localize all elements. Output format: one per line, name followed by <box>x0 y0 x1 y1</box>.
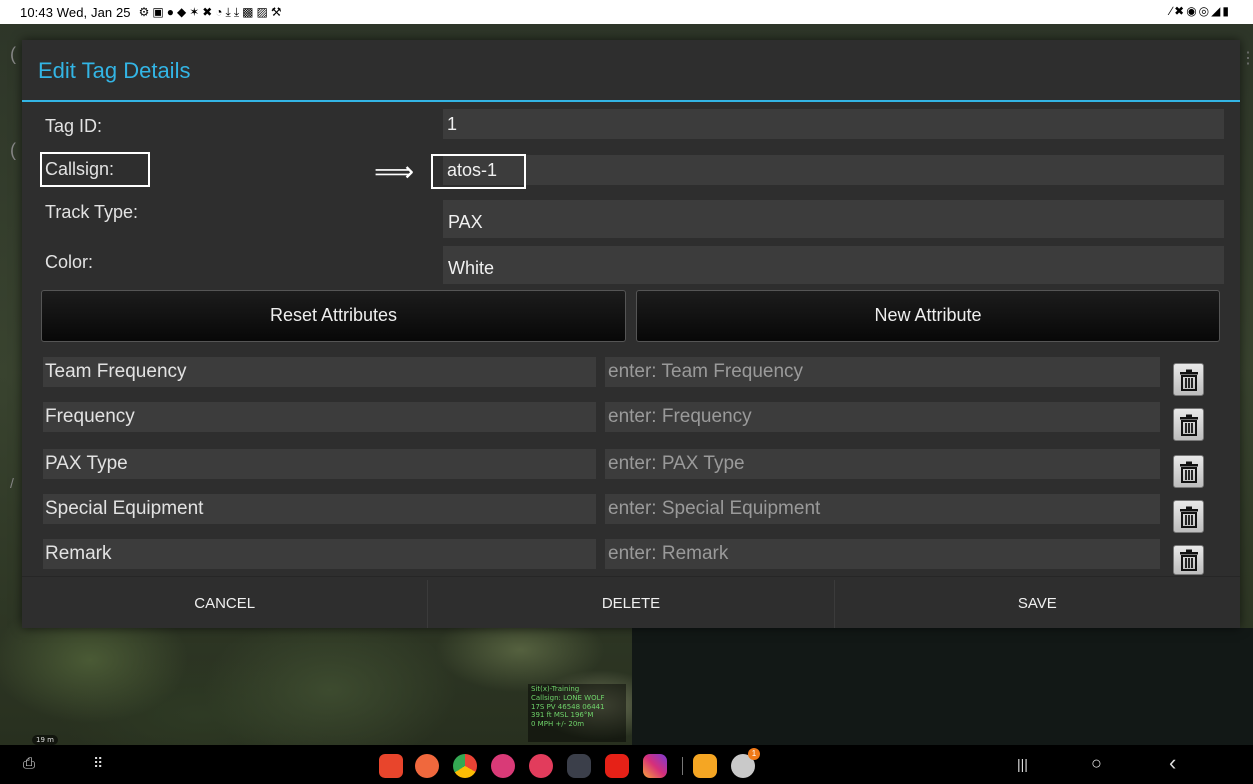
recents-button[interactable]: ||| <box>1017 756 1028 772</box>
map-info-line: 0 MPH +/- 20m <box>531 720 585 729</box>
color-label: Color: <box>45 252 94 272</box>
delete-attribute-button[interactable] <box>1173 363 1204 396</box>
tag-id-label: Tag ID: <box>45 116 103 136</box>
flipboard-icon[interactable] <box>379 754 403 778</box>
delete-attribute-button[interactable] <box>1173 455 1204 488</box>
track-type-select[interactable]: PAX <box>443 200 1224 238</box>
reset-attributes-button[interactable]: Reset Attributes <box>41 290 626 342</box>
attribute-value-input[interactable]: enter: Frequency <box>605 402 1160 432</box>
instagram-icon[interactable] <box>643 754 667 778</box>
dialog-actions: CANCEL DELETE SAVE <box>22 580 1240 628</box>
track-type-label: Track Type: <box>45 202 139 222</box>
callsign-input[interactable]: atos-1 <box>443 155 1224 185</box>
system-status-icons: ∕✖◉◎◢▮ <box>1170 4 1231 18</box>
map-scale: 19 m <box>32 735 58 745</box>
save-button[interactable]: SAVE <box>835 580 1240 628</box>
map-info-line: Sit(x)-Training <box>531 685 580 693</box>
pencil-icon[interactable]: / <box>10 475 14 491</box>
notification-badge: 1 <box>748 748 760 760</box>
apps-icon[interactable]: ⠿ <box>93 755 103 772</box>
tag-id-value: 1 <box>443 109 1224 139</box>
map-tool-icon[interactable]: ( <box>10 44 16 65</box>
dock-divider <box>682 757 683 775</box>
screenshot-icon[interactable]: ⎙ <box>23 755 35 772</box>
attribute-name: Remark <box>43 539 596 569</box>
delete-attribute-button[interactable] <box>1173 408 1204 441</box>
attribute-value-input[interactable]: enter: Special Equipment <box>605 494 1160 524</box>
back-button[interactable]: ‹ <box>1169 750 1176 776</box>
map-info-line: 17S PV 46548 06441 <box>531 702 605 711</box>
home-button[interactable]: ○ <box>1091 753 1102 774</box>
trash-icon <box>1179 506 1198 528</box>
trash-icon <box>1179 549 1198 571</box>
attribute-name: PAX Type <box>43 449 596 479</box>
chrome-icon[interactable] <box>453 754 477 778</box>
camera-icon[interactable] <box>529 754 553 778</box>
contacts-icon[interactable] <box>415 754 439 778</box>
dialog-title: Edit Tag Details <box>38 58 191 83</box>
delete-button[interactable]: DELETE <box>428 580 835 628</box>
navigation-bar: ⎙ ⠿ 1 ||| ○ ‹ <box>0 745 1253 784</box>
callsign-value-highlight-box <box>431 154 526 189</box>
trash-icon <box>1179 414 1198 436</box>
callsign-label: Callsign: <box>45 159 115 179</box>
cancel-button[interactable]: CANCEL <box>22 580 429 628</box>
map-tool-icon[interactable]: ( <box>10 140 16 161</box>
date: Wed, Jan 25 <box>56 4 131 20</box>
delete-attribute-button[interactable] <box>1173 500 1204 533</box>
arrow-icon: ⟹ <box>374 156 415 187</box>
status-time: 10:43 Wed, Jan 25 <box>20 5 131 20</box>
status-bar: 10:43 Wed, Jan 25 ⚙▣●◆✶✖◔⤓⤓▩▨⚒ ∕✖◉◎◢▮ <box>0 0 1253 24</box>
notification-icons: ⚙▣●◆✶✖◔⤓⤓▩▨⚒ <box>138 4 285 19</box>
overflow-menu-icon[interactable]: ⋮ <box>1240 48 1253 68</box>
attribute-value-input[interactable]: enter: Team Frequency <box>605 357 1160 387</box>
actions-divider <box>22 576 1240 577</box>
map-info-line: Callsign: LONE WOLF <box>531 693 605 702</box>
trash-icon <box>1179 461 1198 483</box>
attribute-value-input[interactable]: enter: PAX Type <box>605 449 1160 479</box>
youtube-icon[interactable] <box>605 754 629 778</box>
edit-tag-dialog: Edit Tag Details Tag ID: 1 Callsign: ⟹ a… <box>22 40 1240 628</box>
attribute-name: Special Equipment <box>43 494 596 524</box>
color-select[interactable]: White <box>443 246 1224 284</box>
attribute-name: Frequency <box>43 402 596 432</box>
attribute-name: Team Frequency <box>43 357 596 387</box>
map-dark-region <box>632 628 1253 745</box>
self-marker-info: Sit(x)-Training Callsign: LONE WOLF 17S … <box>528 684 626 742</box>
new-attribute-button[interactable]: New Attribute <box>636 290 1220 342</box>
blossom-icon[interactable] <box>491 754 515 778</box>
clock: 10:43 <box>20 4 54 20</box>
files-icon[interactable] <box>693 754 717 778</box>
attribute-value-input[interactable]: enter: Remark <box>605 539 1160 569</box>
trash-icon <box>1179 369 1198 391</box>
delete-attribute-button[interactable] <box>1173 545 1204 575</box>
map-info-line: 391 ft MSL 196°M <box>531 711 594 720</box>
title-divider <box>22 100 1240 102</box>
more-apps-icon[interactable] <box>567 754 591 778</box>
